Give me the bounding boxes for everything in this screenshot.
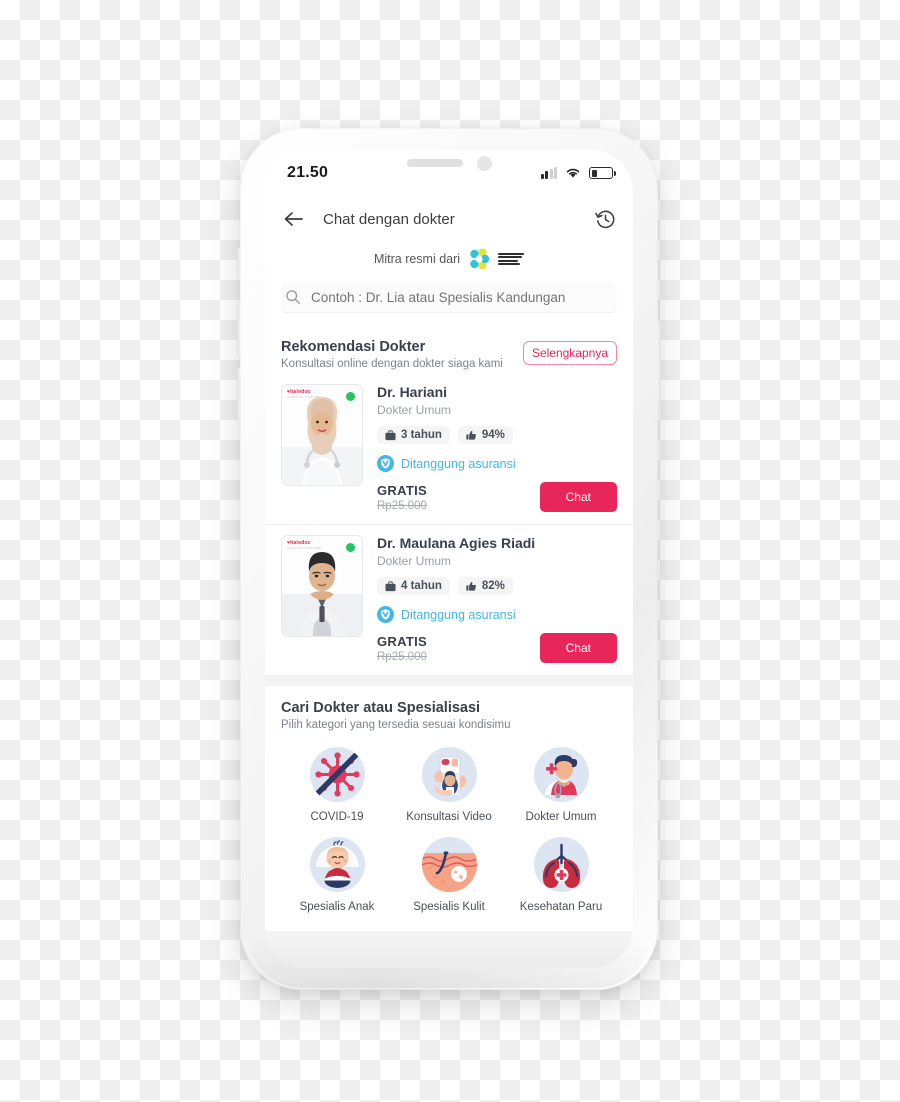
status-icons <box>540 167 616 179</box>
virus-crossed-icon <box>309 747 365 802</box>
app-bar: Chat dengan dokter <box>265 196 633 242</box>
halodoc-watermark: ♥halodoc ALWAYS BY YOUR SIDE <box>287 540 322 550</box>
online-status-dot <box>345 542 356 553</box>
history-clock-icon[interactable] <box>593 207 617 231</box>
earpiece-speaker-icon <box>406 159 463 167</box>
back-arrow-icon[interactable] <box>281 207 305 231</box>
category-label: COVID-19 <box>310 811 364 823</box>
selengkapnya-button[interactable]: Selengkapnya <box>522 341 617 365</box>
search-icon <box>286 290 301 305</box>
rating-chip: 94% <box>457 426 513 444</box>
phone-mute-switch[interactable] <box>237 248 241 278</box>
experience-value: 4 tahun <box>401 580 442 592</box>
experience-chip: 3 tahun <box>377 426 450 444</box>
recommendation-header: Rekomendasi Dokter Konsultasi online den… <box>265 325 633 374</box>
online-status-dot <box>345 391 356 402</box>
insurance-badge: Ditanggung asuransi <box>377 606 617 623</box>
phone-power-button[interactable] <box>657 324 661 402</box>
phone-screen: 21.50 Chat dengan dokter Mitra resmi dar… <box>265 150 633 968</box>
recommendation-subtitle: Konsultasi online dengan dokter siaga ka… <box>281 358 503 370</box>
price-row: GRATIS Rp25.000 Chat <box>377 633 617 663</box>
categories-subtitle: Pilih kategori yang tersedia sesuai kond… <box>281 719 511 731</box>
experience-chip: 4 tahun <box>377 577 450 595</box>
category-label: Dokter Umum <box>525 811 597 823</box>
thumbs-up-icon <box>466 581 476 591</box>
category-label: Kesehatan Paru <box>519 901 603 913</box>
doctor-row[interactable]: ♥halodoc ALWAYS BY YOUR SIDE Dr. Maulana … <box>265 525 633 676</box>
briefcase-icon <box>385 580 396 591</box>
phone-device: 21.50 Chat dengan dokter Mitra resmi dar… <box>237 128 661 990</box>
front-camera-icon <box>476 155 492 171</box>
category-item-kesehatan-paru[interactable]: Kesehatan Paru <box>505 837 617 913</box>
category-label: Konsultasi Video <box>406 811 492 823</box>
price-original: Rp25.000 <box>377 651 427 663</box>
doctor-row[interactable]: ♥halodoc ALWAYS BY YOUR SIDE Dr. Hariani … <box>265 374 633 525</box>
price-free: GRATIS <box>377 634 427 649</box>
category-item-covid19[interactable]: COVID-19 <box>281 747 393 823</box>
doctor-photo: ♥halodoc ALWAYS BY YOUR SIDE <box>281 384 363 486</box>
recommendation-card: Rekomendasi Dokter Konsultasi online den… <box>265 325 633 676</box>
doctor-stats: 4 tahun 82% <box>377 577 617 595</box>
category-label: Spesialis Kulit <box>413 901 485 913</box>
category-label: Spesialis Anak <box>299 901 375 913</box>
kemenkes-logo <box>468 248 525 270</box>
status-clock: 21.50 <box>287 164 329 181</box>
doctor-photo: ♥halodoc ALWAYS BY YOUR SIDE <box>281 535 363 637</box>
partner-strip: Mitra resmi dari <box>265 242 633 282</box>
categories-card: Cari Dokter atau Spesialisasi Pilih kate… <box>265 686 633 931</box>
chat-button[interactable]: Chat <box>539 633 617 663</box>
partner-label: Mitra resmi dari <box>373 252 461 266</box>
experience-value: 3 tahun <box>401 429 442 441</box>
baby-pediatric-icon <box>309 837 365 892</box>
price-block: GRATIS Rp25.000 <box>377 634 427 663</box>
doctor-stats: 3 tahun 94% <box>377 426 617 444</box>
video-consult-icon <box>421 747 477 802</box>
category-item-konsultasi-video[interactable]: Konsultasi Video <box>393 747 505 823</box>
phone-volume-down-button[interactable] <box>237 368 241 422</box>
halodoc-watermark: ♥halodoc ALWAYS BY YOUR SIDE <box>287 389 322 399</box>
recommendation-title: Rekomendasi Dokter <box>281 339 426 355</box>
kemenkes-logo-text <box>498 252 525 266</box>
search-bar[interactable] <box>281 282 617 313</box>
price-original: Rp25.000 <box>377 500 427 512</box>
categories-title: Cari Dokter atau Spesialisasi <box>281 700 481 716</box>
briefcase-icon <box>385 429 396 440</box>
rating-value: 82% <box>481 580 505 592</box>
doctor-name: Dr. Maulana Agies Riadi <box>377 535 536 551</box>
scroll-content[interactable]: Rekomendasi Dokter Konsultasi online den… <box>265 325 633 968</box>
price-free: GRATIS <box>377 483 427 498</box>
skin-derma-icon <box>421 837 477 892</box>
doctor-specialty: Dokter Umum <box>377 403 452 417</box>
category-item-dokter-umum[interactable]: Dokter Umum <box>505 747 617 823</box>
rating-chip: 82% <box>457 577 513 595</box>
page-title: Chat dengan dokter <box>323 210 455 228</box>
battery-icon <box>589 167 616 179</box>
signal-bars-icon <box>540 167 557 179</box>
wifi-icon <box>566 168 580 178</box>
insurance-badge: Ditanggung asuransi <box>377 455 617 472</box>
category-item-spesialis-anak[interactable]: Spesialis Anak <box>281 837 393 913</box>
general-doctor-icon <box>533 747 589 802</box>
phone-volume-up-button[interactable] <box>237 300 241 354</box>
thumbs-up-icon <box>466 430 476 440</box>
insurance-shield-icon <box>377 606 394 623</box>
doctor-info: Dr. Hariani Dokter Umum 3 tahun 94% Dita… <box>363 384 617 512</box>
doctor-info: Dr. Maulana Agies Riadi Dokter Umum 4 ta… <box>363 535 617 663</box>
search-section <box>265 282 633 325</box>
categories-grid: COVID-19 Konsultasi Video Dokter Umum Sp… <box>281 747 617 913</box>
price-row: GRATIS Rp25.000 Chat <box>377 482 617 512</box>
price-block: GRATIS Rp25.000 <box>377 483 427 512</box>
doctor-specialty: Dokter Umum <box>377 554 452 568</box>
rating-value: 94% <box>481 429 505 441</box>
doctor-name: Dr. Hariani <box>377 384 448 400</box>
screenshot-stage: 21.50 Chat dengan dokter Mitra resmi dar… <box>0 0 900 1102</box>
insurance-label: Ditanggung asuransi <box>401 456 516 471</box>
insurance-shield-icon <box>377 455 394 472</box>
category-item-spesialis-kulit[interactable]: Spesialis Kulit <box>393 837 505 913</box>
phone-notch <box>374 150 524 178</box>
chat-button[interactable]: Chat <box>539 482 617 512</box>
search-input[interactable] <box>311 289 613 305</box>
lungs-icon <box>533 837 589 892</box>
insurance-label: Ditanggung asuransi <box>401 607 516 622</box>
